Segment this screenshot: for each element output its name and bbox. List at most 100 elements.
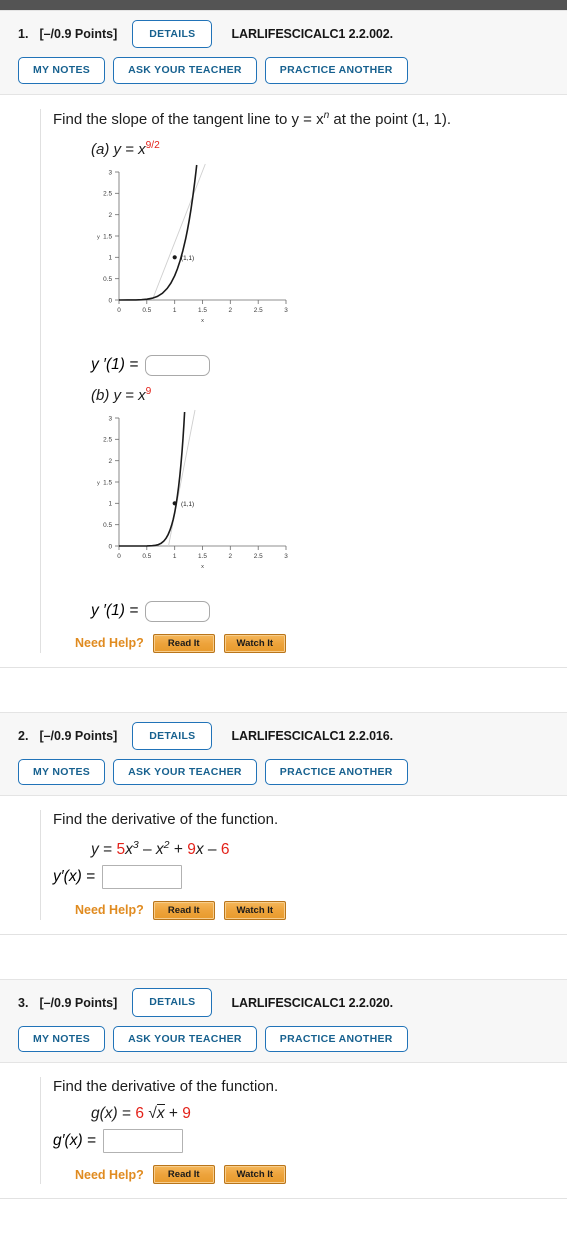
curve-a (118, 164, 198, 301)
eq3-term2: 9 (182, 1105, 191, 1123)
my-notes-button-3[interactable]: MY NOTES (18, 1025, 106, 1053)
part-a-label: (a) y = x9/2 (91, 140, 567, 158)
problem-1-body: Find the slope of the tangent line to y … (0, 95, 567, 667)
svg-text:0.5: 0.5 (142, 553, 151, 560)
point-1-1-a (172, 254, 177, 260)
need-help-label-2: Need Help? (75, 903, 144, 918)
need-help-label-1: Need Help? (75, 636, 144, 651)
svg-text:0: 0 (117, 307, 121, 314)
problem-3-question: Find the derivative of the function. (53, 1078, 279, 1096)
eq2-term1-exp: 3 (132, 838, 139, 851)
svg-text:3: 3 (284, 307, 288, 314)
problem-1-points: [–/0.9 Points] (39, 27, 118, 41)
read-it-button-3[interactable]: Read It (152, 1165, 215, 1185)
problem-2-body: Find the derivative of the function. y =… (0, 796, 567, 933)
x-axis-ticks: 0 0.5 1 1.5 2 2.5 3 (117, 299, 288, 314)
chart-part-a: 0 0.5 1 1.5 2 2.5 3 y 0 0.5 1 1.5 2 2.5 … (81, 160, 567, 345)
part-b-text: (b) y = x (91, 386, 146, 404)
eq2-term1-var: x (125, 840, 133, 858)
svg-text:1.5: 1.5 (198, 553, 207, 560)
need-help-row-1: Need Help? Read It Watch It (75, 633, 567, 653)
my-notes-button-2[interactable]: MY NOTES (18, 758, 106, 786)
svg-text:3: 3 (108, 415, 112, 422)
eq3-radicand: x (156, 1104, 165, 1123)
practice-another-button-3[interactable]: PRACTICE ANOTHER (264, 1025, 408, 1053)
eq2-lhs: y (91, 840, 99, 858)
problem-2-equation: y = 5x3 – x2 + 9x – 6 (91, 839, 567, 859)
my-notes-button-1[interactable]: MY NOTES (18, 57, 106, 84)
left-gutter (0, 1077, 41, 1185)
read-it-button-2[interactable]: Read It (152, 900, 215, 920)
watch-it-button-3[interactable]: Watch It (223, 1165, 286, 1185)
svg-text:1.5: 1.5 (198, 307, 207, 314)
answer-row-b: y ′(1) = (91, 600, 567, 622)
read-it-button-1[interactable]: Read It (152, 633, 215, 653)
eq2-equals: = (103, 840, 113, 858)
problem-1-number: 1. (18, 27, 29, 41)
part-a-text: (a) y = x (91, 140, 146, 158)
svg-text:2.5: 2.5 (103, 190, 112, 197)
eq2-op2: + (173, 840, 183, 858)
answer-input-2[interactable] (102, 864, 183, 889)
problem-2-header: 2. [–/0.9 Points] DETAILS LARLIFESCICALC… (0, 711, 567, 797)
watch-it-button-1[interactable]: Watch It (223, 633, 286, 653)
problem-3-body: Find the derivative of the function. g(x… (0, 1063, 567, 1198)
ask-your-teacher-button-2[interactable]: ASK YOUR TEACHER (113, 758, 257, 786)
x-axis-label: x (201, 564, 204, 570)
details-button-2[interactable]: DETAILS (132, 721, 213, 750)
practice-another-button-1[interactable]: PRACTICE ANOTHER (264, 57, 408, 84)
answer-input-3[interactable] (102, 1129, 183, 1154)
answer-input-a[interactable] (145, 354, 211, 376)
tangent-line-b (168, 409, 196, 546)
problem-3-points: [–/0.9 Points] (39, 995, 118, 1010)
svg-text:1: 1 (108, 500, 112, 507)
svg-text:0: 0 (108, 543, 112, 550)
ask-your-teacher-button-3[interactable]: ASK YOUR TEACHER (113, 1025, 257, 1053)
eq2-op1: – (142, 840, 152, 858)
y-axis-label: y (97, 480, 100, 486)
part-b-label: (b) y = x9 (91, 386, 567, 404)
need-help-row-3: Need Help? Read It Watch It (75, 1165, 567, 1185)
practice-another-button-2[interactable]: PRACTICE ANOTHER (264, 758, 408, 786)
problem-3-code: LARLIFESCICALC1 2.2.020. (231, 995, 394, 1010)
card-gap-2 (0, 934, 567, 979)
part-b-exponent: 9 (145, 385, 152, 397)
eq2-term3-var: x (195, 840, 204, 858)
y-axis-ticks: 0 0.5 1 1.5 2 2.5 3 (103, 169, 119, 304)
problem-3-equation: g(x) = 6 √x + 9 (91, 1104, 567, 1123)
svg-text:2.5: 2.5 (254, 307, 263, 314)
eq2-term2-exp: 2 (163, 838, 170, 851)
eq2-term4: 6 (220, 840, 230, 858)
svg-text:2: 2 (229, 307, 233, 314)
svg-text:0.5: 0.5 (103, 276, 112, 283)
tangent-line-a (151, 163, 206, 300)
question-text-main: Find the slope of the tangent line to y … (53, 110, 324, 128)
svg-text:0: 0 (117, 553, 121, 560)
eq2-term1-coef: 5 (116, 840, 126, 858)
question-text-tail: at the point (1, 1). (329, 110, 452, 128)
eq3-lhs: g(x) (91, 1105, 118, 1123)
svg-text:2: 2 (108, 212, 112, 219)
svg-text:1.5: 1.5 (103, 479, 112, 486)
details-button-1[interactable]: DETAILS (132, 19, 213, 49)
x-axis-label: x (201, 318, 204, 324)
radical-icon: √x (148, 1104, 165, 1123)
answer-label-2: y′(x) = (53, 867, 96, 885)
problem-2-code: LARLIFESCICALC1 2.2.016. (231, 728, 394, 743)
svg-text:1: 1 (108, 254, 112, 261)
svg-text:3: 3 (108, 169, 112, 176)
svg-text:3: 3 (284, 553, 288, 560)
svg-text:2: 2 (108, 458, 112, 465)
details-button-3[interactable]: DETAILS (132, 988, 213, 1017)
browser-top-bar (0, 0, 567, 10)
eq2-term3-coef: 9 (187, 840, 196, 858)
ask-your-teacher-button-1[interactable]: ASK YOUR TEACHER (113, 57, 257, 84)
answer-row-2: y′(x) = (53, 864, 567, 889)
need-help-label-3: Need Help? (75, 1167, 144, 1182)
left-gutter (0, 810, 41, 920)
problem-card-1: 1. [–/0.9 Points] DETAILS LARLIFESCICALC… (0, 10, 567, 668)
watch-it-button-2[interactable]: Watch It (223, 900, 286, 920)
svg-text:2.5: 2.5 (103, 436, 112, 443)
answer-input-b[interactable] (145, 600, 211, 622)
answer-label-a: y ′(1) = (91, 356, 139, 374)
